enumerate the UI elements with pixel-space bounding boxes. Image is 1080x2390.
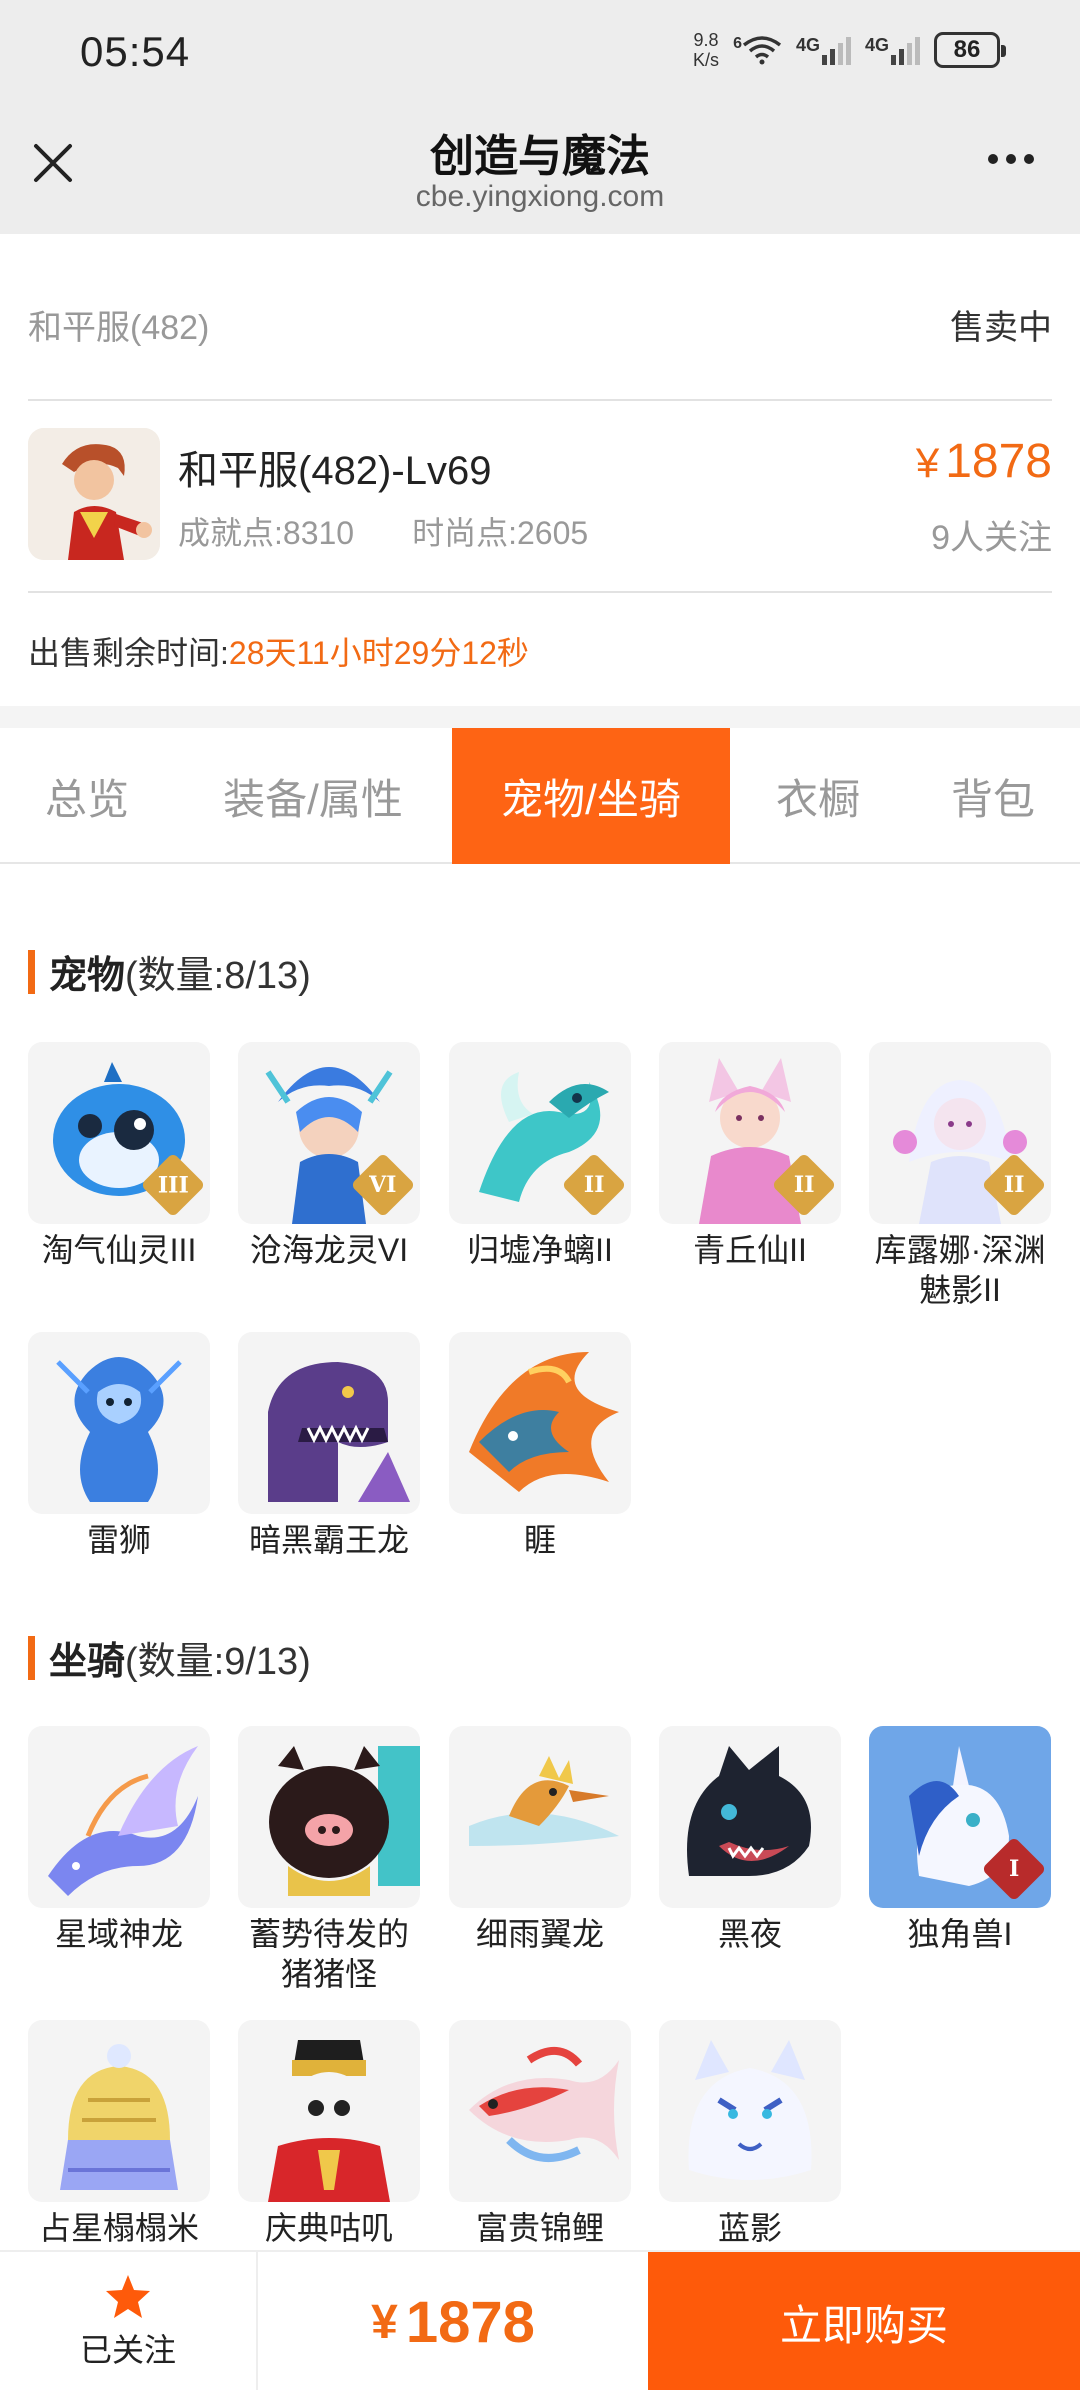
- mount-name: 独角兽I: [907, 1916, 1013, 1952]
- mount-name: 星域神龙: [54, 1916, 183, 1952]
- mount-name: 占星榻榻米: [38, 2210, 199, 2246]
- signal-icon-1: 4G: [796, 35, 851, 65]
- unicorn-icon: I: [869, 1726, 1051, 1908]
- pet-item[interactable]: II 库露娜·深渊魅影II: [869, 1042, 1051, 1310]
- mount-name: 蓝影: [717, 2210, 782, 2246]
- mounts-section-title: 坐骑 (数量:9/13): [28, 1630, 311, 1685]
- achievement-points: 成就点:8310: [178, 515, 355, 551]
- divider: [28, 399, 1052, 401]
- sale-status: 售卖中: [950, 309, 1052, 347]
- festival-gugi-icon: [238, 2020, 420, 2202]
- server-row: 和平服(482) 售卖中: [28, 300, 1052, 349]
- mount-name: 细雨翼龙: [475, 1916, 604, 1952]
- page-title: 创造与魔法: [430, 132, 650, 181]
- pet-item[interactable]: VI 沧海龙灵VI: [238, 1042, 420, 1270]
- pet-item[interactable]: III 淘气仙灵III: [28, 1042, 210, 1270]
- fashion-points: 时尚点:2605: [412, 515, 589, 551]
- pets-section-title: 宠物 (数量:8/13): [28, 944, 311, 999]
- status-bar: 05:54 9.8 K/s 6 4G 4G 86: [0, 0, 1080, 104]
- mount-item[interactable]: 蓝影: [659, 2020, 841, 2248]
- pet-name: 沧海龙灵VI: [249, 1232, 409, 1268]
- fox-fairy-icon: II: [659, 1042, 841, 1224]
- status-icons: 9.8 K/s 6 4G 4G 86: [693, 30, 1006, 70]
- signal-icon-2: 4G: [865, 35, 920, 65]
- status-time: 05:54: [80, 28, 191, 75]
- mount-name: 黑夜: [717, 1916, 782, 1952]
- character-portrait-icon: [28, 428, 160, 560]
- thunder-lion-icon: [28, 1332, 210, 1514]
- mount-item[interactable]: 细雨翼龙: [449, 1726, 631, 1954]
- mount-item[interactable]: 占星榻榻米: [28, 2020, 210, 2248]
- listing-price: ¥1878: [915, 435, 1052, 488]
- tab-overview[interactable]: 总览: [0, 728, 174, 864]
- character-stats: 成就点:8310 时尚点:2605: [178, 508, 588, 554]
- pet-name: 库露娜·深渊魅影II: [874, 1232, 1046, 1308]
- page-header: 创造与魔法 cbe.yingxiong.com: [0, 104, 1080, 234]
- page-url: cbe.yingxiong.com: [415, 180, 665, 213]
- drizzle-pterosaur-icon: [449, 1726, 631, 1908]
- mount-name: 富贵锦鲤: [475, 2210, 604, 2246]
- pet-item[interactable]: 暗黑霸王龙: [238, 1332, 420, 1560]
- mount-item[interactable]: I 独角兽I: [869, 1726, 1051, 1954]
- abyss-phantom-icon: II: [869, 1042, 1051, 1224]
- star-icon: [106, 2275, 150, 2318]
- follower-count: 9人关注: [931, 519, 1052, 557]
- section-gap: [0, 706, 1080, 728]
- pet-name: 暗黑霸王龙: [248, 1522, 409, 1558]
- tab-backpack[interactable]: 背包: [906, 728, 1080, 864]
- tab-bar: 总览 装备/属性 宠物/坐骑 衣橱 背包: [0, 728, 1080, 864]
- divider: [28, 591, 1052, 593]
- tab-pets-mounts[interactable]: 宠物/坐骑: [452, 728, 730, 864]
- sea-dragon-icon: II: [449, 1042, 631, 1224]
- mount-item[interactable]: 星域神龙: [28, 1726, 210, 1954]
- pet-name: 淘气仙灵III: [41, 1232, 197, 1268]
- more-icon: [988, 154, 998, 164]
- koi-fish-icon: [449, 2020, 631, 2202]
- wifi-icon: 6: [733, 35, 782, 65]
- more-button[interactable]: [988, 154, 1034, 164]
- blue-shadow-tiger-icon: [659, 2020, 841, 2202]
- mount-item[interactable]: 富贵锦鲤: [449, 2020, 631, 2248]
- tab-wardrobe[interactable]: 衣橱: [730, 728, 906, 864]
- character-name: 和平服(482)-Lv69: [178, 449, 492, 493]
- pet-item[interactable]: II 青丘仙II: [659, 1042, 841, 1270]
- pet-item[interactable]: 睚: [449, 1332, 631, 1560]
- pet-name: 归墟净螭II: [467, 1232, 613, 1268]
- follow-button[interactable]: 已关注: [0, 2252, 258, 2390]
- mount-item[interactable]: 蓄势待发的猪猪怪: [238, 1726, 420, 1994]
- fire-dragon-icon: [449, 1332, 631, 1514]
- dragon-spirit-icon: VI: [238, 1042, 420, 1224]
- character-avatar[interactable]: [28, 428, 160, 560]
- pet-name: 青丘仙II: [693, 1232, 807, 1268]
- dark-trex-icon: [238, 1332, 420, 1514]
- mount-item[interactable]: 庆典咕叽: [238, 2020, 420, 2248]
- pet-name: 睚: [523, 1522, 556, 1558]
- mount-name: 蓄势待发的猪猪怪: [248, 1916, 409, 1992]
- bottom-price: ¥1878: [371, 2289, 535, 2355]
- net-speed: 9.8 K/s: [693, 30, 720, 70]
- remaining-time: 出售剩余时间:28天11小时29分12秒: [28, 635, 529, 671]
- server-name: 和平服(482): [28, 309, 210, 347]
- pig-monster-icon: [238, 1726, 420, 1908]
- remaining-time-value: 28天11小时29分12秒: [228, 635, 529, 671]
- bottom-action-bar: 已关注 ¥1878 立即购买: [0, 2250, 1080, 2390]
- black-night-dragon-icon: [659, 1726, 841, 1908]
- blue-dog-icon: III: [28, 1042, 210, 1224]
- mount-item[interactable]: 黑夜: [659, 1726, 841, 1954]
- pet-item[interactable]: 雷狮: [28, 1332, 210, 1560]
- star-dragon-icon: [28, 1726, 210, 1908]
- buy-now-button[interactable]: 立即购买: [648, 2252, 1080, 2390]
- astrology-tatami-icon: [28, 2020, 210, 2202]
- pet-item[interactable]: II 归墟净螭II: [449, 1042, 631, 1270]
- pet-name: 雷狮: [86, 1522, 151, 1558]
- follow-label: 已关注: [79, 2332, 176, 2368]
- mount-name: 庆典咕叽: [264, 2210, 393, 2246]
- battery-icon: 86: [934, 32, 1006, 68]
- tab-equipment[interactable]: 装备/属性: [174, 728, 452, 864]
